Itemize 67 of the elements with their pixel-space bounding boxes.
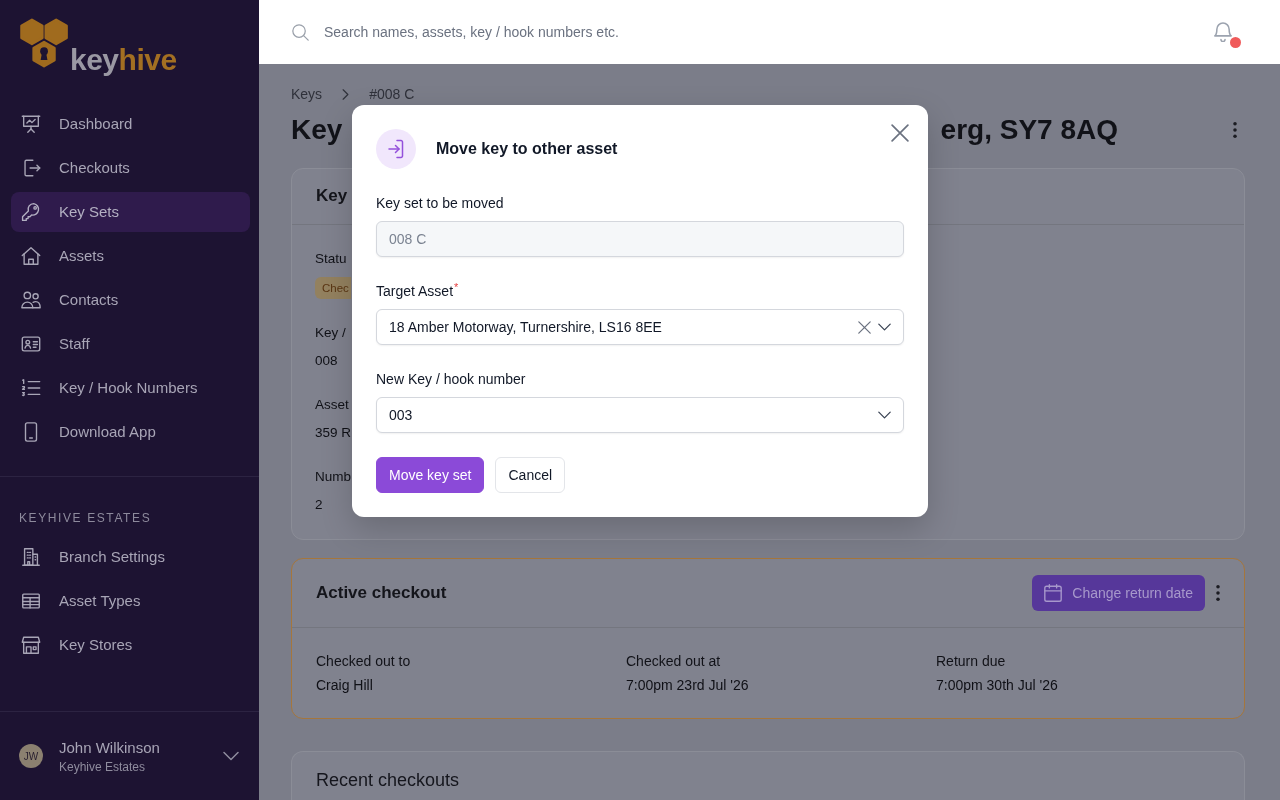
presentation-chart-icon bbox=[20, 113, 42, 135]
logo-wordmark: keyhive bbox=[70, 42, 177, 78]
clear-icon[interactable] bbox=[858, 320, 871, 334]
house-icon bbox=[20, 245, 42, 267]
required-mark: * bbox=[454, 281, 459, 293]
section-heading: KEYHIVE ESTATES bbox=[19, 510, 152, 526]
field-label: Return due bbox=[936, 652, 1006, 671]
field-value: 7:00pm 23rd Jul '26 bbox=[626, 676, 749, 695]
nav-item[interactable]: Asset Types bbox=[11, 581, 250, 621]
table-icon bbox=[20, 590, 42, 612]
user-organisation: Keyhive Estates bbox=[59, 758, 147, 775]
close-icon[interactable] bbox=[891, 124, 909, 142]
nav-item[interactable]: Checkouts bbox=[11, 148, 250, 188]
search-field[interactable]: Search names, assets, key / hook numbers etc. bbox=[324, 21, 884, 43]
key-icon bbox=[20, 201, 42, 223]
nav-item[interactable]: Assets bbox=[11, 236, 250, 276]
card-title: Recent checkouts bbox=[316, 769, 460, 791]
field-label: Numb bbox=[315, 468, 351, 486]
field-value: 7:00pm 30th Jul '26 bbox=[936, 676, 1058, 695]
people-icon bbox=[20, 289, 42, 311]
building-icon bbox=[20, 546, 42, 568]
field-value: 359 R bbox=[315, 424, 352, 442]
honeycomb-keyhole-icon bbox=[20, 18, 68, 68]
field-value: 008 bbox=[315, 352, 338, 370]
page-title: Key bbox=[291, 113, 343, 147]
page-title: erg, SY7 8AQ bbox=[940, 113, 1118, 147]
calendar-icon bbox=[1044, 584, 1063, 602]
field-label: Target Asset bbox=[376, 283, 454, 299]
nav-item[interactable]: Branch Settings bbox=[11, 537, 250, 577]
field-label: Key / bbox=[315, 324, 346, 342]
select-field[interactable]: 003 bbox=[376, 397, 904, 433]
chevron-down-icon[interactable] bbox=[223, 751, 239, 761]
vertical-dots-icon[interactable] bbox=[1233, 122, 1237, 138]
user-avatar: JW bbox=[19, 744, 43, 768]
field-label: Key set to be moved bbox=[376, 194, 504, 213]
breadcrumb-current: #008 C bbox=[369, 86, 415, 102]
card-title: Key bbox=[316, 186, 348, 207]
user-name: John Wilkinson bbox=[59, 737, 160, 757]
search-icon bbox=[292, 23, 309, 41]
storefront-icon bbox=[20, 634, 42, 656]
nav-item[interactable]: Key Sets bbox=[11, 192, 250, 232]
status-badge: Chec bbox=[315, 277, 351, 299]
field-label: New Key / hook number bbox=[376, 370, 526, 389]
field-value: Craig Hill bbox=[316, 676, 373, 695]
nav-item[interactable]: Key Stores bbox=[11, 625, 250, 665]
bell-icon[interactable] bbox=[1214, 22, 1232, 42]
field-label: Asset bbox=[315, 396, 349, 414]
field-value: 2 bbox=[315, 496, 323, 514]
card-title: Active checkout bbox=[316, 582, 447, 604]
chevron-down-icon bbox=[878, 323, 891, 331]
nav-item[interactable]: Staff bbox=[11, 324, 250, 364]
cancel-button[interactable]: Cancel bbox=[495, 457, 566, 493]
vertical-dots-icon[interactable] bbox=[1216, 585, 1220, 601]
nav-item[interactable]: Dashboard bbox=[11, 104, 250, 144]
nav-item[interactable]: Key / Hook Numbers bbox=[11, 368, 250, 408]
chevron-down-icon bbox=[878, 411, 891, 419]
modal-title: Move key to other asset bbox=[436, 139, 618, 159]
nav-item[interactable]: Contacts bbox=[11, 280, 250, 320]
numbered-list-icon bbox=[20, 377, 42, 399]
move-button[interactable]: Move key set bbox=[376, 457, 485, 493]
id-card-icon bbox=[20, 333, 42, 355]
field-label: Checked out to bbox=[316, 652, 411, 671]
select-field[interactable]: 18 Amber Motorway, Turnershire, LS16 8EE bbox=[376, 309, 904, 345]
nav-item[interactable]: Download App bbox=[11, 412, 250, 452]
field-label: Checked out at bbox=[626, 652, 721, 671]
chevron-right-icon bbox=[342, 88, 350, 100]
field-label: Statu bbox=[315, 250, 347, 268]
